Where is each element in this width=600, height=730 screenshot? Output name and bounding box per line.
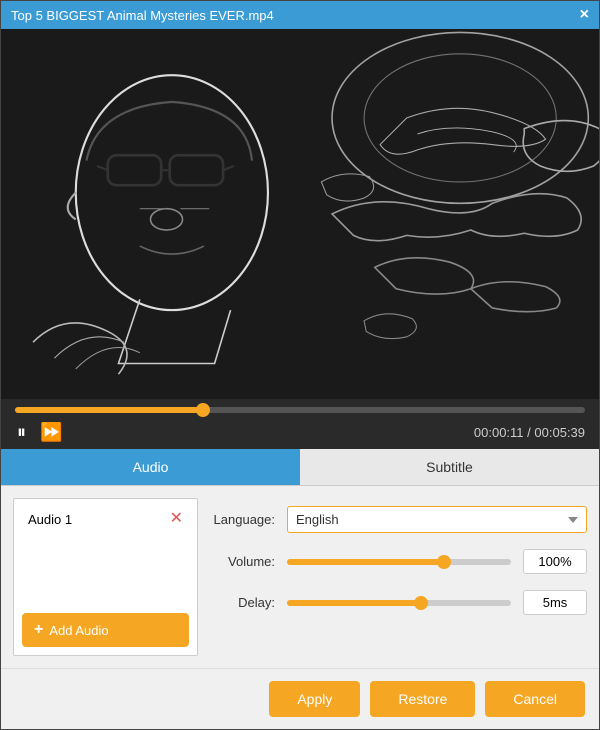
delay-thumb [414,596,428,610]
controls-bar: ⏸ ⏩ 00:00:11 / 00:05:39 [1,399,599,449]
pause-button[interactable]: ⏸ [15,421,28,443]
apply-button[interactable]: Apply [269,681,360,717]
delay-row: Delay: [210,590,587,615]
video-content [1,29,599,399]
audio-list-panel: Audio 1 ✕ + Add Audio [13,498,198,656]
cancel-button[interactable]: Cancel [485,681,585,717]
audio-settings-panel: Language: English French Spanish German … [210,498,587,656]
delay-label: Delay: [210,595,275,610]
volume-value[interactable] [523,549,587,574]
current-time: 00:00:11 [474,425,524,440]
footer-buttons: Apply Restore Cancel [1,668,599,729]
add-audio-label: Add Audio [49,623,108,638]
language-label: Language: [210,512,275,527]
audio-remove-button[interactable]: ✕ [170,511,183,527]
volume-fill [287,559,444,565]
language-row: Language: English French Spanish German … [210,506,587,533]
total-time: 00:05:39 [534,425,585,440]
delay-value[interactable] [523,590,587,615]
tabs: Audio Subtitle [1,449,599,486]
add-audio-button[interactable]: + Add Audio [22,613,189,647]
delay-fill [287,600,421,606]
tab-subtitle[interactable]: Subtitle [300,449,599,485]
volume-row: Volume: [210,549,587,574]
video-player [1,29,599,399]
progress-bar[interactable] [15,407,585,413]
add-icon: + [34,621,43,639]
title-bar: Top 5 BIGGEST Animal Mysteries EVER.mp4 … [1,1,599,29]
window-title: Top 5 BIGGEST Animal Mysteries EVER.mp4 [11,8,274,23]
volume-label: Volume: [210,554,275,569]
audio-item-name: Audio 1 [28,512,72,527]
video-frame [1,29,599,399]
progress-thumb [196,403,210,417]
volume-thumb [437,555,451,569]
audio-list-item: Audio 1 ✕ [22,507,189,531]
delay-slider[interactable] [287,600,511,606]
playback-buttons: ⏸ ⏩ [15,421,64,443]
main-window: Top 5 BIGGEST Animal Mysteries EVER.mp4 … [0,0,600,730]
volume-slider[interactable] [287,559,511,565]
close-button[interactable]: × [580,7,589,23]
controls-row: ⏸ ⏩ 00:00:11 / 00:05:39 [15,421,585,443]
forward-button[interactable]: ⏩ [38,421,64,443]
restore-button[interactable]: Restore [370,681,475,717]
progress-fill [15,407,203,413]
tab-audio[interactable]: Audio [1,449,300,485]
language-select[interactable]: English French Spanish German Japanese [287,506,587,533]
content-area: Audio 1 ✕ + Add Audio Language: English … [1,486,599,668]
time-display: 00:00:11 / 00:05:39 [474,425,585,440]
